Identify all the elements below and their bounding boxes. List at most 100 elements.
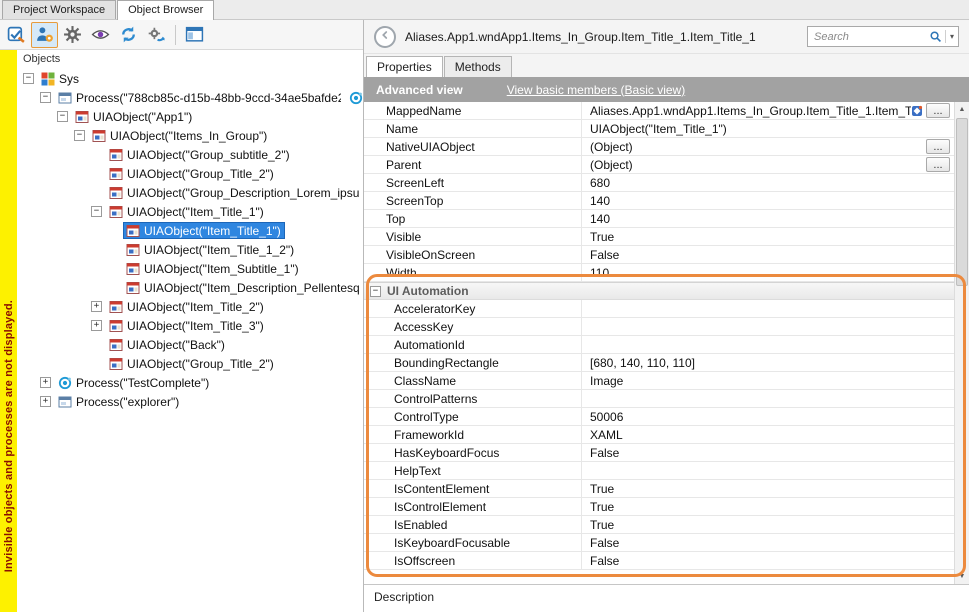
property-name: HelpText <box>364 462 582 479</box>
panel-layout-button[interactable] <box>181 22 208 48</box>
property-value[interactable]: True <box>582 516 954 533</box>
ellipsis-button[interactable]: ... <box>926 157 950 172</box>
tree-node[interactable]: UIAObject("Item_Title_1") <box>123 222 285 239</box>
property-value[interactable]: UIAObject("Item_Title_1") <box>582 120 954 137</box>
tree-node[interactable]: UIAObject("Back") <box>106 336 229 353</box>
property-grid: MappedNameAliases.App1.wndApp1.Items_In_… <box>364 102 954 584</box>
tree-node[interactable]: Process("explorer") <box>55 393 183 410</box>
property-value[interactable]: False <box>582 444 954 461</box>
property-value[interactable] <box>582 300 954 317</box>
tree-node[interactable]: UIAObject("Group_subtitle_2") <box>106 146 294 163</box>
collapse-minus-icon[interactable]: − <box>91 206 102 217</box>
property-row: MappedNameAliases.App1.wndApp1.Items_In_… <box>364 102 954 120</box>
select-object-button[interactable] <box>3 22 30 48</box>
expand-plus-icon[interactable]: + <box>91 301 102 312</box>
tree-node[interactable]: UIAObject("Group_Title_2") <box>106 165 278 182</box>
inspector-panel: Aliases.App1.wndApp1.Items_In_Group.Item… <box>363 20 969 612</box>
property-value[interactable]: False <box>582 246 954 263</box>
property-value[interactable]: [680, 140, 110, 110] <box>582 354 954 371</box>
collapse-minus-icon[interactable]: − <box>370 286 381 297</box>
expander-spacer <box>91 358 102 369</box>
tab-properties[interactable]: Properties <box>366 56 443 77</box>
tree-node-label: Process("explorer") <box>76 395 179 409</box>
tree-item: −UIAObject("App1") <box>17 107 363 126</box>
update-settings-button[interactable] <box>143 22 170 48</box>
property-value[interactable]: 680 <box>582 174 954 191</box>
collapse-minus-icon[interactable]: − <box>57 111 68 122</box>
uia-object-icon <box>125 223 140 238</box>
property-value[interactable] <box>582 390 954 407</box>
basic-view-link[interactable]: View basic members (Basic view) <box>507 83 686 97</box>
tree-node[interactable]: UIAObject("Item_Title_1_2") <box>123 241 298 258</box>
show-object-button[interactable] <box>87 22 114 48</box>
tree-item: −UIAObject("Items_In_Group") <box>17 126 363 145</box>
back-arrow-icon <box>379 29 391 44</box>
object-spy-button[interactable] <box>31 22 58 48</box>
expand-plus-icon[interactable]: + <box>40 377 51 388</box>
search-box[interactable]: ▾ <box>807 26 959 47</box>
property-value[interactable]: (Object)... <box>582 138 954 155</box>
tree-node[interactable]: Process("TestComplete") <box>55 374 213 391</box>
property-name: Visible <box>364 228 582 245</box>
tab-methods[interactable]: Methods <box>444 56 512 77</box>
tab-object-browser[interactable]: Object Browser <box>117 0 214 20</box>
tree-node-label: UIAObject("Group_Title_2") <box>127 357 274 371</box>
ellipsis-button[interactable]: ... <box>926 139 950 154</box>
tree-node[interactable]: UIAObject("App1") <box>72 108 196 125</box>
tree-node-label: UIAObject("Back") <box>127 338 225 352</box>
tree-node[interactable]: UIAObject("Item_Title_1") <box>106 203 268 220</box>
property-value[interactable]: True <box>582 498 954 515</box>
scroll-down-icon[interactable]: ▼ <box>955 569 969 584</box>
collapse-minus-icon[interactable]: − <box>23 73 34 84</box>
property-value[interactable]: False <box>582 534 954 551</box>
gear-refresh-icon <box>147 25 166 44</box>
scroll-up-icon[interactable]: ▲ <box>955 102 969 117</box>
search-icon[interactable] <box>929 30 942 43</box>
back-button[interactable] <box>374 26 396 48</box>
settings-button[interactable] <box>59 22 86 48</box>
property-value[interactable]: 50006 <box>582 408 954 425</box>
tree-item: + UIAObject("Item_Title_3") <box>17 316 363 335</box>
search-input[interactable] <box>814 31 929 43</box>
tree-node[interactable]: UIAObject("Item_Title_3") <box>106 317 268 334</box>
checklist-icon <box>7 25 26 44</box>
tree-node[interactable]: UIAObject("Items_In_Group") <box>89 127 271 144</box>
scrollbar-thumb[interactable] <box>956 118 968 286</box>
property-value[interactable]: True <box>582 228 954 245</box>
vertical-scrollbar[interactable]: ▲ ▼ <box>954 102 969 584</box>
expand-plus-icon[interactable]: + <box>40 396 51 407</box>
property-value[interactable]: 140 <box>582 210 954 227</box>
collapse-minus-icon[interactable]: − <box>40 92 51 103</box>
property-value[interactable] <box>582 318 954 335</box>
tree-item: UIAObject("Item_Subtitle_1") <box>17 259 363 278</box>
tree-node[interactable]: UIAObject("Item_Description_Pellentesque <box>123 279 363 296</box>
tree-node[interactable]: Process("788cb85c-d15b-48bb-9ccd-34ae5ba… <box>55 89 345 106</box>
refresh-button[interactable] <box>115 22 142 48</box>
tree-node[interactable]: UIAObject("Group_Title_2") <box>106 355 278 372</box>
property-value[interactable]: (Object)... <box>582 156 954 173</box>
collapse-minus-icon[interactable]: − <box>74 130 85 141</box>
tree-node[interactable]: UIAObject("Item_Subtitle_1") <box>123 260 303 277</box>
property-value[interactable] <box>582 336 954 353</box>
property-value[interactable]: XAML <box>582 426 954 443</box>
tree-item: UIAObject("Group_Description_Lorem_ipsum… <box>17 183 363 202</box>
tree-node[interactable]: UIAObject("Item_Title_2") <box>106 298 268 315</box>
expand-plus-icon[interactable]: + <box>91 320 102 331</box>
property-value[interactable]: False <box>582 552 954 569</box>
property-value[interactable] <box>582 462 954 479</box>
property-value[interactable]: 110 <box>582 264 954 281</box>
property-name: IsControlElement <box>364 498 582 515</box>
tree-node[interactable]: UIAObject("Group_Description_Lorem_ipsum… <box>106 184 363 201</box>
search-dropdown-icon[interactable]: ▾ <box>945 30 955 43</box>
property-name: IsContentElement <box>364 480 582 497</box>
ellipsis-button[interactable]: ... <box>926 103 950 118</box>
property-value[interactable]: Aliases.App1.wndApp1.Items_In_Group.Item… <box>582 102 954 119</box>
property-value[interactable]: 140 <box>582 192 954 209</box>
property-value[interactable]: Image <box>582 372 954 389</box>
tab-project-workspace[interactable]: Project Workspace <box>2 0 116 19</box>
tree-node[interactable]: Sys <box>38 70 83 87</box>
property-value[interactable]: True <box>582 480 954 497</box>
property-value-text: True <box>590 482 614 496</box>
tree-item: + Process("explorer") <box>17 392 363 411</box>
tree-item: + UIAObject("Item_Title_2") <box>17 297 363 316</box>
